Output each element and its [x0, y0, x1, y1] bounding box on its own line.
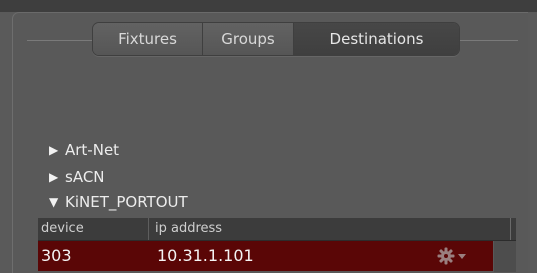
tree-item-label: Art-Net [65, 141, 120, 159]
triangle-down-icon[interactable]: ▼ [49, 195, 65, 209]
destinations-table: device ip address 303 10.31.1.101 [38, 218, 516, 272]
tree-item-kinet-portout[interactable]: ▼ KiNET_PORTOUT [49, 192, 188, 212]
tab-divider-line-left [27, 40, 92, 41]
chevron-down-icon [458, 254, 466, 259]
tab-destinations[interactable]: Destinations [294, 23, 459, 55]
tree-item-label: KiNET_PORTOUT [65, 193, 188, 211]
column-header-ip-address[interactable]: ip address [155, 218, 511, 240]
tab-groups[interactable]: Groups [203, 23, 294, 55]
gear-dropdown-icon[interactable] [435, 246, 475, 266]
tree-item-label: sACN [65, 168, 105, 186]
tab-fixtures[interactable]: Fixtures [93, 23, 203, 55]
tree-item-art-net[interactable]: ▶ Art-Net [49, 140, 119, 160]
gear-icon [437, 247, 466, 265]
column-header-device[interactable]: device [41, 218, 149, 240]
triangle-right-icon[interactable]: ▶ [49, 143, 65, 157]
tree-item-sacn[interactable]: ▶ sACN [49, 167, 105, 187]
table-header: device ip address [38, 218, 516, 241]
vertical-scrollbar[interactable] [494, 241, 516, 272]
tab-divider-line-right [458, 40, 518, 41]
cell-ip-address: 10.31.1.101 [157, 246, 254, 265]
cell-device: 303 [41, 246, 72, 265]
triangle-right-icon[interactable]: ▶ [49, 170, 65, 184]
table-row[interactable]: 303 10.31.1.101 [38, 241, 493, 271]
view-tabs: Fixtures Groups Destinations [92, 22, 460, 56]
window-frame-top [0, 0, 537, 12]
